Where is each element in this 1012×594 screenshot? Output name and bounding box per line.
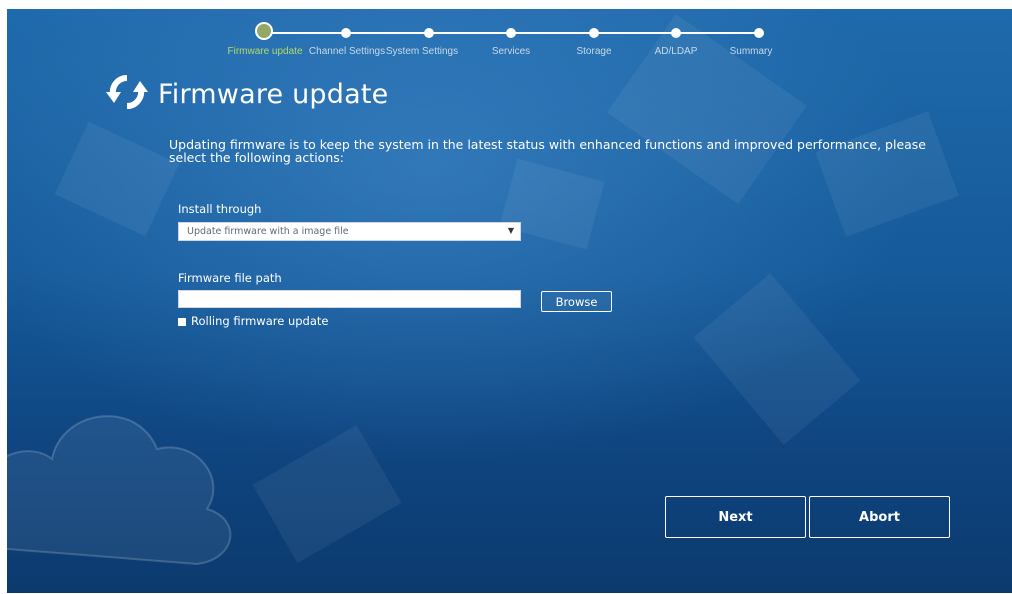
step-label: Storage [576,46,612,57]
rolling-update-checkbox[interactable] [178,317,186,326]
wizard-panel: Firmware update Channel Settings System Se… [7,9,1012,593]
step-label: Firmware update [227,46,303,57]
chevron-down-icon: ▼ [507,226,514,235]
rolling-update-option[interactable]: Rolling firmware update [178,314,329,328]
step-label: System Settings [385,46,459,57]
abort-button[interactable]: Abort [809,496,950,538]
step-marker [424,28,434,38]
step-label: Channel Settings [308,46,386,57]
step-marker [506,28,516,38]
background-shape [693,273,861,445]
background-shape [252,425,402,563]
browse-button[interactable]: Browse [541,291,612,312]
step-marker [671,28,681,38]
firmware-path-label: Firmware file path [178,271,282,285]
firmware-path-input[interactable] [178,290,521,308]
step-marker [255,22,273,40]
page-header: Firmware update [104,74,388,114]
wizard-progress: Firmware update Channel Settings System Se… [7,9,1012,69]
step-marker [589,28,599,38]
install-method-value: Update firmware with a image file [187,226,349,237]
next-button[interactable]: Next [665,496,806,538]
step-label: AD/LDAP [654,46,698,57]
cloud-decoration [7,415,232,566]
step-marker [341,28,351,38]
page-title: Firmware update [158,78,389,110]
install-method-select[interactable]: Update firmware with a image file ▼ [178,222,521,241]
step-marker [754,28,764,38]
install-through-label: Install through [178,202,262,216]
step-label: Summary [729,46,773,57]
description-text: Updating firmware is to keep the system … [169,137,927,165]
rolling-update-label: Rolling firmware update [191,314,329,328]
background-shape [815,111,959,237]
refresh-icon [104,73,150,116]
step-label: Services [491,46,531,57]
background-shape [54,121,180,237]
